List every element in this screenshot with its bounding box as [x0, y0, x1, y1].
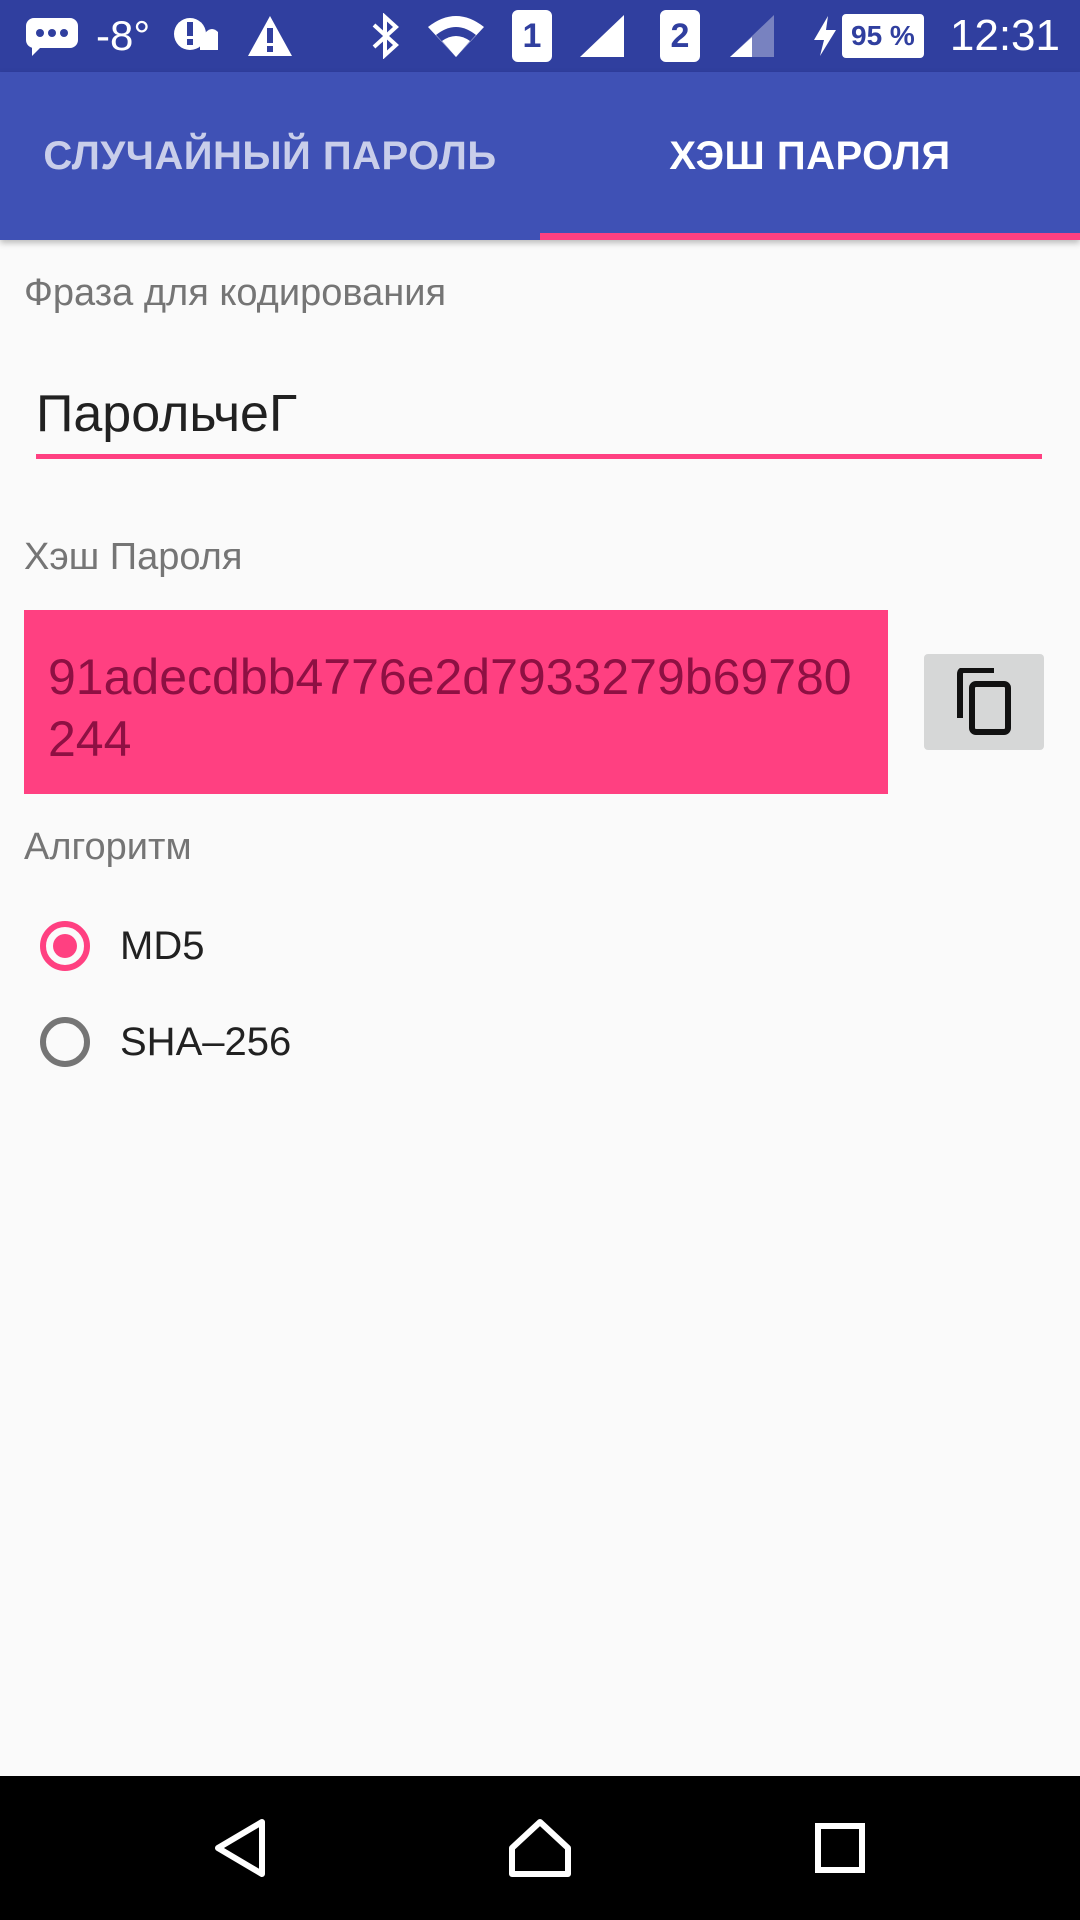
- clock: 12:31: [949, 11, 1060, 60]
- wifi-icon: [426, 0, 486, 72]
- tab-password-hash[interactable]: ХЭШ ПАРОЛЯ: [540, 72, 1080, 240]
- phrase-label: Фраза для кодирования: [24, 272, 447, 314]
- recents-icon: [815, 1823, 865, 1873]
- navigation-bar: [0, 1776, 1080, 1920]
- tab-bar: СЛУЧАЙНЫЙ ПАРОЛЬ ХЭШ ПАРОЛЯ: [0, 72, 1080, 240]
- back-button[interactable]: [180, 1776, 300, 1920]
- radio-md5[interactable]: MD5: [40, 914, 204, 978]
- copy-button[interactable]: [924, 654, 1044, 750]
- charging-icon: [812, 0, 838, 72]
- hash-output: 91adecdbb4776e2d7933279b69780244: [24, 610, 888, 794]
- battery-icon: 95 %: [842, 0, 924, 72]
- sim2-badge: 2: [660, 0, 700, 72]
- recents-button[interactable]: [780, 1776, 900, 1920]
- bluetooth-icon: [370, 0, 400, 72]
- radio-unchecked-icon: [40, 1017, 90, 1067]
- radio-md5-label: MD5: [120, 923, 205, 968]
- signal-icon: [578, 0, 626, 72]
- phrase-input[interactable]: [36, 374, 1042, 459]
- radio-checked-icon: [40, 921, 90, 971]
- tab-random-password[interactable]: СЛУЧАЙНЫЙ ПАРОЛЬ: [0, 72, 540, 240]
- radio-sha256[interactable]: SHA–256: [40, 1010, 291, 1074]
- message-icon: [24, 0, 80, 72]
- status-bar: -8° 1 2 95 % 12:31: [0, 0, 1080, 72]
- home-button[interactable]: [480, 1776, 600, 1920]
- copy-icon: [957, 668, 1011, 735]
- radio-sha256-label: SHA–256: [120, 1019, 292, 1064]
- temperature-text: -8°: [96, 12, 151, 59]
- hash-label: Хэш Пароля: [24, 536, 243, 578]
- algorithm-label: Алгоритм: [24, 826, 192, 868]
- signal-weak-icon: [728, 0, 776, 72]
- warning-icon: [246, 0, 294, 72]
- weather-alert-icon: [172, 0, 220, 72]
- sim1-badge: 1: [512, 0, 552, 72]
- tab-indicator: [540, 233, 1080, 240]
- home-icon: [509, 1819, 571, 1877]
- back-icon: [215, 1819, 265, 1877]
